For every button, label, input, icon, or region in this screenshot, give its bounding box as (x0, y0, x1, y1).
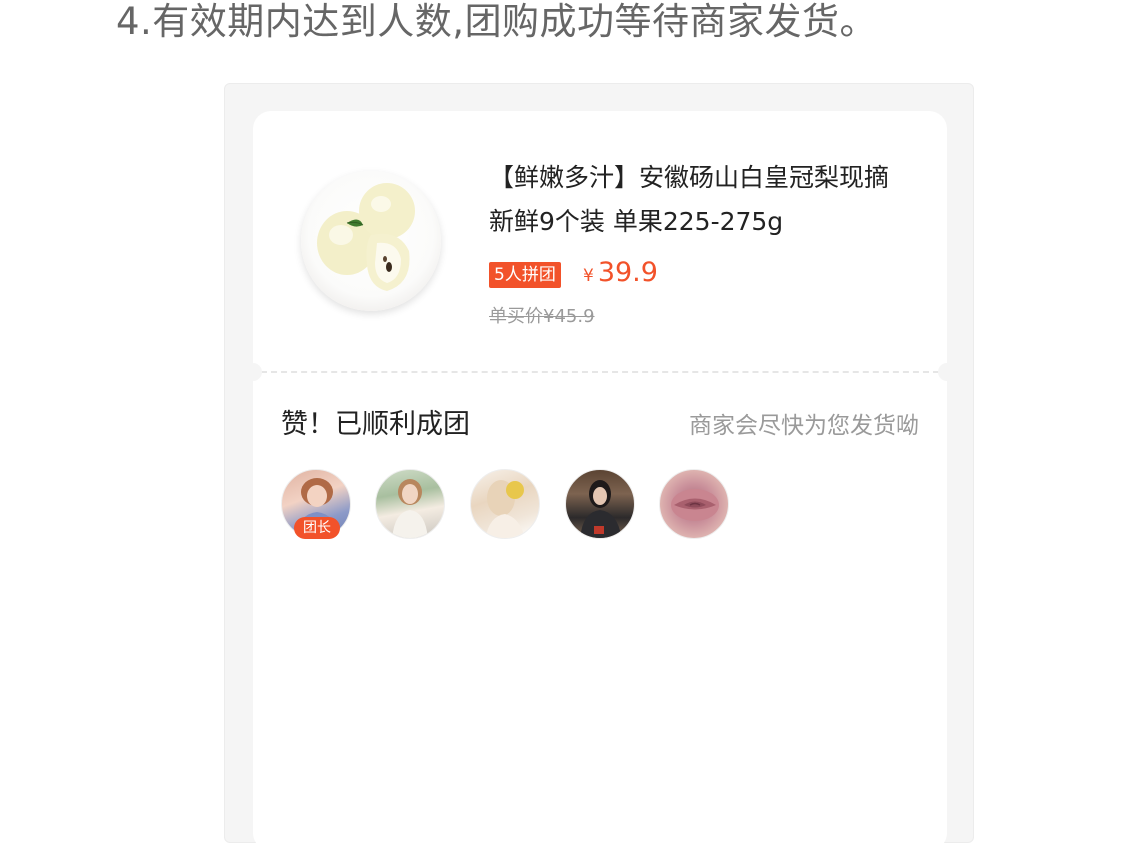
person-icon (392, 479, 428, 538)
person-icon (485, 480, 525, 538)
member-avatar[interactable] (470, 469, 540, 539)
rose-icon (671, 489, 719, 521)
member-avatar[interactable] (375, 469, 445, 539)
price-value: 39.9 (597, 257, 658, 288)
original-price: 单买价¥45.9 (489, 306, 595, 327)
leader-tag: 团长 (294, 517, 340, 539)
group-success-title: 赞！已顺利成团 (281, 409, 470, 440)
dashed-divider (261, 371, 939, 373)
group-buy-card: 【鲜嫩多汁】安徽砀山白皇冠梨现摘 新鲜9个装 单果225-275g 5人拼团 ¥… (244, 111, 956, 851)
step-heading: 4.有效期内达到人数,团购成功等待商家发货。 (116, 0, 878, 43)
product-title[interactable]: 【鲜嫩多汁】安徽砀山白皇冠梨现摘 新鲜9个装 单果225-275g (489, 156, 919, 244)
group-price: ¥39.9 (583, 257, 658, 288)
product-image[interactable] (301, 171, 441, 311)
group-size-badge: 5人拼团 (489, 262, 561, 288)
pear-icon (317, 183, 415, 291)
person-icon (580, 480, 622, 538)
member-avatars: 团长 (281, 469, 761, 541)
ticket-notch-left (244, 363, 262, 381)
member-avatar[interactable] (565, 469, 635, 539)
shipping-notice: 商家会尽快为您发货呦 (689, 413, 919, 439)
member-avatar[interactable] (659, 469, 729, 539)
ticket-notch-right (938, 363, 956, 381)
currency-symbol: ¥ (583, 266, 594, 286)
